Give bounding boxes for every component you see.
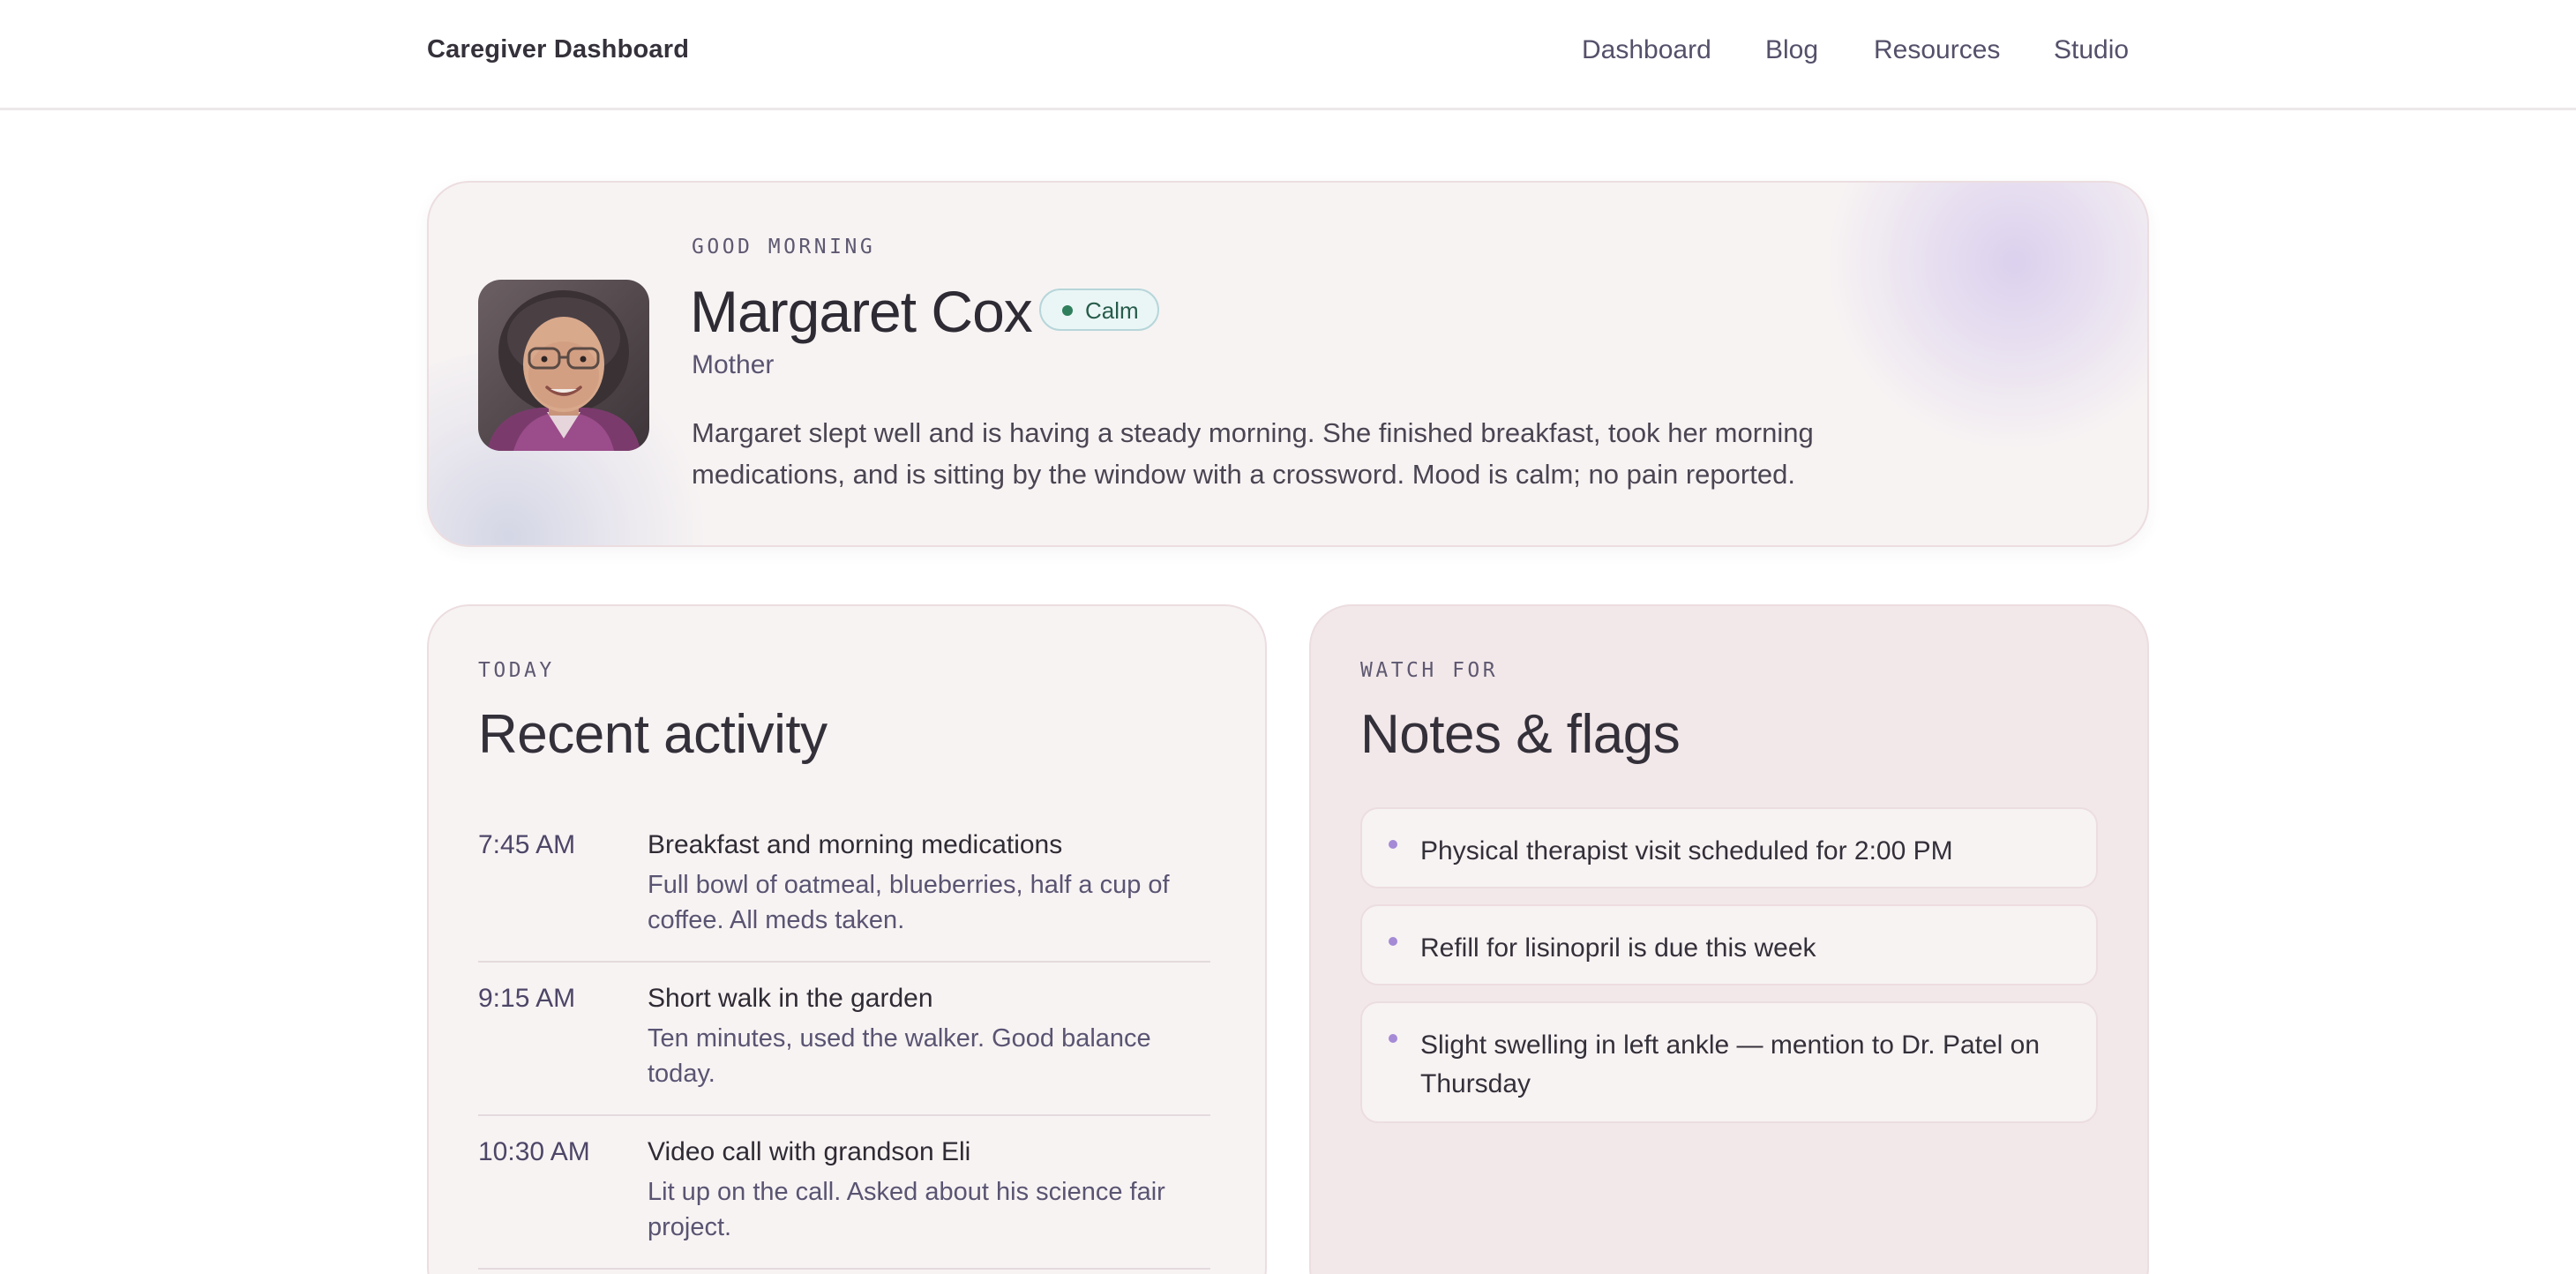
- activity-time: 10:30 AM: [478, 1137, 590, 1166]
- bullet-dot-icon: [1389, 1034, 1397, 1043]
- greeting-eyebrow: GOOD MORNING: [692, 236, 876, 259]
- mood-badge: Calm: [1039, 289, 1159, 331]
- nav-link-dashboard[interactable]: Dashboard: [1582, 35, 1711, 65]
- activity-item: 9:15 AM Short walk in the garden Ten min…: [478, 984, 1210, 1116]
- notes-eyebrow: WATCH FOR: [1360, 659, 1499, 682]
- notes-flags-panel: WATCH FOR Notes & flags Physical therapi…: [1309, 604, 2149, 1274]
- main-nav: Dashboard Blog Resources Studio: [0, 35, 2576, 71]
- profile-name: Margaret Cox: [690, 279, 1033, 344]
- activity-description: Full bowl of oatmeal, blueberries, half …: [648, 871, 1170, 934]
- avatar-portrait-image: [478, 280, 649, 451]
- activity-time: 9:15 AM: [478, 984, 576, 1013]
- bullet-dot-icon: [1389, 840, 1397, 849]
- activity-description: Ten minutes, used the walker. Good balan…: [648, 1024, 1151, 1088]
- nav-link-resources[interactable]: Resources: [1874, 35, 2000, 65]
- profile-card: GOOD MORNING Margaret Cox Calm Mother Ma…: [427, 181, 2149, 547]
- status-summary: Margaret slept well and is having a stea…: [692, 417, 1814, 490]
- recent-activity-panel: TODAY Recent activity 7:45 AM Breakfast …: [427, 604, 1267, 1274]
- activity-title-text: Breakfast and morning medications: [648, 830, 1063, 859]
- decorative-glow: [1830, 183, 2147, 447]
- flag-item: Slight swelling in left ankle — mention …: [1360, 1001, 2098, 1123]
- activity-title-text: Video call with grandson Eli: [648, 1137, 971, 1166]
- nav-link-blog[interactable]: Blog: [1765, 35, 1818, 65]
- activity-item: 10:30 AM Video call with grandson Eli Li…: [478, 1137, 1210, 1270]
- bullet-dot-icon: [1389, 937, 1397, 946]
- profile-relation: Mother: [692, 350, 775, 379]
- flag-text: Refill for lisinopril is due this week: [1420, 933, 1816, 963]
- activity-title: Recent activity: [478, 704, 827, 765]
- flag-item: Physical therapist visit scheduled for 2…: [1360, 807, 2098, 888]
- notes-title: Notes & flags: [1360, 704, 1681, 765]
- activity-eyebrow: TODAY: [478, 659, 555, 682]
- status-dot-icon: [1062, 305, 1073, 316]
- flag-text: Slight swelling in left ankle — mention …: [1420, 1030, 2041, 1098]
- activity-title-text: Short walk in the garden: [648, 984, 933, 1013]
- nav-link-studio[interactable]: Studio: [2054, 35, 2129, 65]
- activity-item: 7:45 AM Breakfast and morning medication…: [478, 830, 1210, 963]
- activity-time: 7:45 AM: [478, 830, 576, 859]
- avatar: [478, 280, 649, 451]
- flag-text: Physical therapist visit scheduled for 2…: [1420, 836, 1953, 866]
- top-navigation-bar: Caregiver Dashboard Dashboard Blog Resou…: [0, 0, 2576, 110]
- mood-badge-label: Calm: [1085, 297, 1139, 324]
- flag-item: Refill for lisinopril is due this week: [1360, 904, 2098, 985]
- activity-description: Lit up on the call. Asked about his scie…: [648, 1178, 1165, 1241]
